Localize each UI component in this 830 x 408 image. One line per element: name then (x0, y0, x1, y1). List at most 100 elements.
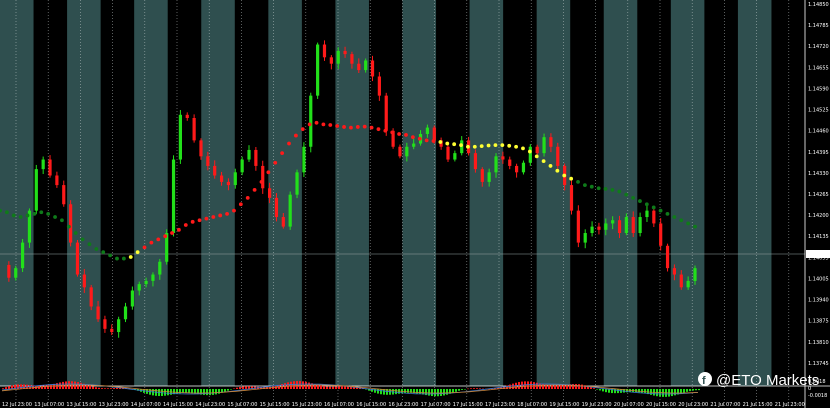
session-band (670, 0, 705, 386)
ma-dot (259, 179, 264, 184)
candle-body (604, 223, 608, 230)
ma-dot (486, 143, 491, 148)
candle-body (693, 268, 697, 281)
macd-bar (377, 389, 379, 394)
macd-bar (602, 389, 604, 392)
session-band (704, 0, 739, 386)
candle-body (199, 140, 203, 157)
price-tick-label: 1.14135 (808, 234, 829, 240)
macd-bar (299, 381, 301, 389)
candle-body (185, 114, 189, 119)
candle-body (590, 226, 594, 234)
macd-bar (320, 385, 322, 389)
ma-dot (493, 143, 498, 148)
ma-dot (4, 210, 9, 215)
macd-bar (446, 389, 448, 395)
ma-dot (562, 173, 567, 178)
ma-dot (603, 187, 608, 191)
candle-body (569, 185, 574, 211)
ma-dot (644, 202, 649, 207)
macd-bar (638, 389, 640, 393)
candle-body (96, 306, 100, 320)
candle-body (515, 165, 519, 173)
price-tick-label: 1.14525 (808, 108, 829, 114)
price-tick-label: 1.14590 (808, 86, 829, 92)
ma-dot (638, 199, 642, 203)
macd-bar (689, 389, 691, 392)
candle-body (55, 175, 59, 186)
ma-dot (514, 144, 518, 149)
time-tick-label: 17 Jul 15:00 (453, 402, 483, 408)
price-tick-label: 1.14720 (808, 44, 829, 50)
session-band (0, 0, 35, 386)
ma-dot (266, 170, 271, 175)
macd-bar (464, 389, 466, 390)
price-tick-label: 1.14785 (808, 23, 829, 29)
macd-bar (230, 389, 232, 390)
ma-dot (548, 164, 553, 168)
ma-dot (204, 216, 209, 221)
ma-dot (617, 189, 622, 194)
candle-body (14, 268, 18, 278)
ma-dot (170, 231, 174, 235)
candle-body (240, 159, 244, 173)
session-band (603, 0, 638, 386)
macd-bar (95, 387, 97, 389)
ma-dot (500, 143, 505, 148)
time-tick-label: 15 Jul 23:00 (292, 402, 322, 408)
ma-dot (335, 124, 340, 128)
macd-bar (296, 381, 298, 389)
facebook-icon-glyph: f (702, 375, 706, 387)
ma-dot (479, 144, 484, 149)
candle-body (178, 114, 182, 160)
ma-dot (686, 221, 691, 226)
trading-chart[interactable]: 1.14850 1.14785 1.14720 1.14655 1.14590 1.145… (0, 0, 830, 408)
candle-body (624, 217, 628, 234)
ma-dot (445, 141, 450, 146)
time-tick-label: 19 Jul 15:00 (549, 402, 579, 408)
session-band (67, 0, 102, 386)
ma-dot (472, 144, 477, 149)
ma-dot (631, 195, 635, 200)
ma-dot (342, 125, 346, 129)
ma-dot (355, 125, 360, 129)
time-tick-label: 17 Jul 07:00 (421, 402, 451, 408)
ma-dot (328, 123, 333, 127)
macd-bar (206, 389, 208, 396)
ma-dot (108, 253, 112, 258)
ma-dot (128, 255, 133, 259)
ma-dot (417, 136, 422, 141)
candle-body (144, 280, 148, 285)
ma-dot (397, 132, 402, 136)
macd-bar (461, 389, 463, 390)
candle-body (322, 44, 327, 58)
session-bands (0, 0, 806, 386)
macd-bar (686, 389, 688, 392)
candle-body (247, 149, 251, 160)
ma-dot (149, 240, 154, 245)
candle-body (295, 172, 299, 195)
indicator-tick-label: -0.0018 (808, 393, 827, 399)
session-band (503, 0, 538, 386)
time-tick-label: 15 Jul 15:00 (260, 402, 290, 408)
session-band (637, 0, 672, 386)
candle-body (213, 165, 217, 176)
time-tick-label: 21 Jul 23:00 (775, 402, 805, 408)
ma-dot (60, 218, 64, 223)
ma-dot (142, 245, 147, 250)
candle-body (41, 159, 45, 170)
macd-bar (692, 389, 694, 391)
candle-body (233, 172, 237, 186)
candle-body (384, 95, 388, 131)
macd-bar (233, 388, 235, 390)
candle-body (549, 137, 553, 147)
time-tick-label: 15 Jul 07:00 (227, 402, 257, 408)
macd-bar (287, 382, 289, 389)
price-tick-label: 1.13940 (808, 298, 829, 304)
ma-dot (410, 135, 415, 140)
ma-dot (459, 143, 463, 148)
ma-dot (232, 208, 236, 213)
macd-bar (44, 385, 46, 389)
time-tick-label: 13 Jul 15:00 (66, 402, 96, 408)
price-axis: 1.14850 1.14785 1.14720 1.14655 1.14590 1.145… (808, 2, 829, 367)
